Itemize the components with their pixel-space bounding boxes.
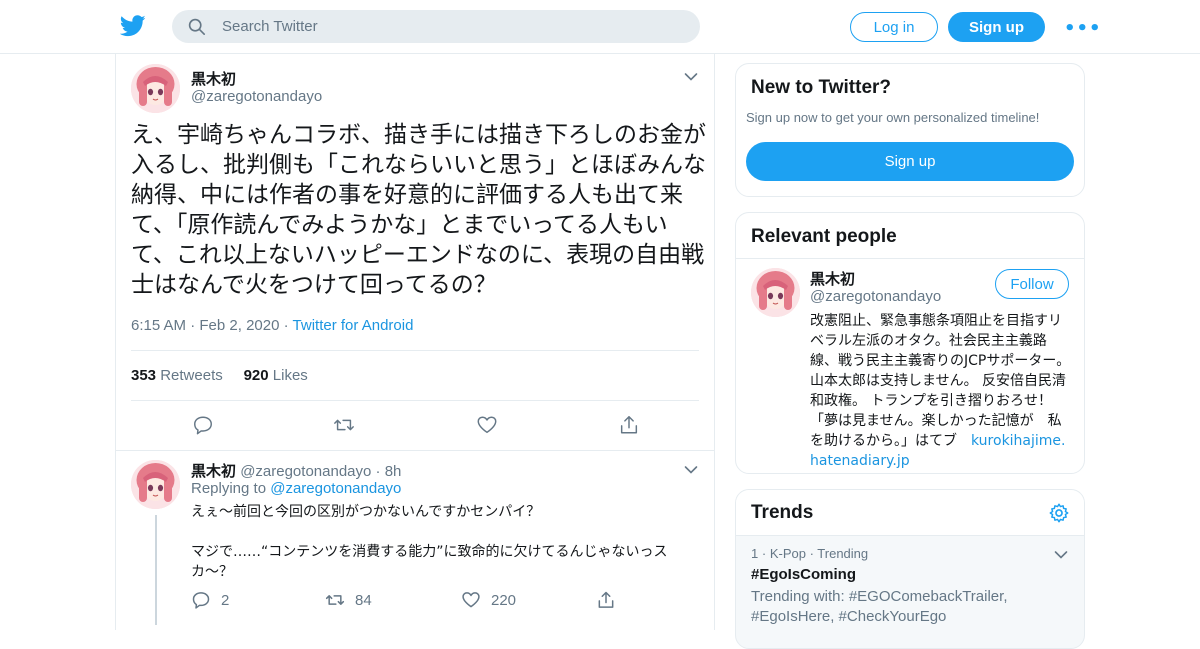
divider [116, 450, 715, 451]
replying-to: Replying to @zaregotonandayo [191, 480, 401, 497]
likes-label: Likes [272, 367, 308, 384]
search-input[interactable] [222, 10, 682, 43]
retweet-icon[interactable] [333, 414, 355, 436]
card-title: Relevant people [751, 226, 897, 247]
tweet-stats: 353 Retweets 920 Likes [131, 367, 308, 384]
replying-to-label: Replying to [191, 480, 267, 497]
like-count: 920 [243, 367, 269, 384]
retweet-count: 353 [131, 367, 157, 384]
tweet-author-name[interactable]: 黒木初 [191, 68, 236, 89]
avatar[interactable] [131, 64, 180, 113]
reply-age[interactable]: 8h [385, 463, 402, 480]
follow-button[interactable]: Follow [995, 269, 1069, 299]
retweet-count: 84 [355, 591, 372, 609]
reply-reply-action[interactable]: 2 [191, 590, 229, 610]
anime-avatar-icon [751, 268, 800, 317]
tweet-time[interactable]: 6:15 AM [131, 317, 186, 334]
trend-name[interactable]: #EgoIsComing [751, 566, 856, 583]
tweet-text: え、宇崎ちゃんコラボ、描き手には描き下ろしのお金が入るし、批判側も「これならいい… [131, 122, 706, 298]
more-options-icon[interactable]: ••• [1064, 18, 1101, 39]
share-icon[interactable] [618, 414, 640, 436]
person-name[interactable]: 黒木初 [810, 268, 855, 289]
reply-text-line: マジで……“コンテンツを消費する能力”に致命的に欠けてるんじゃないっスカ〜？ [191, 544, 668, 580]
trend-status: Trending [817, 546, 869, 561]
person-bio: 改憲阻止、緊急事態条項阻止を目指すリベラル左派のオタク。社会民主主義路線、戦う民… [810, 311, 1072, 471]
sidebar-signup-button[interactable]: Sign up [746, 142, 1074, 181]
like-count: 220 [491, 591, 517, 609]
new-to-twitter-card: New to Twitter? Sign up now to get your … [735, 63, 1085, 197]
relevant-people-card: Relevant people 黒木初 @zaregotonandayo Fol… [735, 212, 1085, 474]
meta-separator: · [283, 317, 293, 334]
reply-count: 2 [221, 591, 230, 609]
top-bar: Log in Sign up ••• [0, 0, 1200, 54]
person-handle[interactable]: @zaregotonandayo [810, 288, 941, 305]
replying-to-link[interactable]: @zaregotonandayo [270, 480, 401, 497]
retweets-label: Retweets [160, 367, 223, 384]
divider [131, 400, 699, 401]
card-title: Trends [751, 502, 814, 523]
reply-share-action[interactable] [596, 590, 616, 610]
card-subtitle: Sign up now to get your own personalized… [746, 110, 1040, 125]
card-title: New to Twitter? [751, 77, 892, 98]
reply-text-line: えぇ〜前回と今回の区別がつかないんですかセンパイ？ [191, 504, 541, 520]
retweet-icon [325, 595, 345, 605]
trend-meta: 1 · K-Pop · Trending [751, 546, 868, 561]
trend-category: K-Pop [769, 546, 806, 561]
tweet-actions [116, 414, 716, 444]
meta-separator: · [761, 546, 770, 561]
gear-icon[interactable] [1048, 502, 1070, 524]
like-count-link[interactable]: 920 Likes [244, 367, 308, 384]
reply-author-name[interactable]: 黒木初 [191, 462, 236, 480]
trend-rank: 1 [751, 546, 759, 561]
divider [131, 350, 699, 351]
chevron-down-icon[interactable] [1054, 550, 1068, 560]
reply-text: えぇ〜前回と今回の区別がつかないんですかセンパイ？ マジで……“コンテンツを消費… [191, 502, 701, 582]
meta-separator: · [375, 463, 385, 480]
anime-avatar-icon [131, 64, 180, 113]
meta-separator: · [190, 317, 200, 334]
share-icon [598, 591, 614, 608]
tweet-author-handle[interactable]: @zaregotonandayo [191, 88, 322, 105]
reply-icon[interactable] [192, 414, 214, 436]
tweet-column: 黒木初 @zaregotonandayo え、宇崎ちゃんコラボ、描き手には描き下… [115, 54, 715, 630]
trend-related: Trending with: #EGOComebackTrailer, #Ego… [751, 588, 1008, 625]
search-icon [188, 18, 206, 36]
chevron-down-icon[interactable] [684, 465, 698, 475]
tweet-source-link[interactable]: Twitter for Android [293, 317, 414, 334]
like-heart-icon[interactable] [476, 414, 498, 436]
person-bio-text: 改憲阻止、緊急事態条項阻止を目指すリベラル左派のオタク。社会民主主義路線、戦う民… [810, 313, 1071, 449]
divider [736, 258, 1084, 259]
thread-line [155, 515, 157, 625]
like-heart-icon [462, 592, 480, 608]
tweet-date[interactable]: Feb 2, 2020 [199, 317, 279, 334]
reply-retweet-action[interactable]: 84 [325, 590, 372, 610]
reply-like-action[interactable]: 220 [461, 590, 516, 610]
chevron-down-icon[interactable] [684, 72, 698, 82]
anime-avatar-icon [131, 460, 180, 509]
twitter-logo-icon[interactable] [120, 14, 146, 38]
reply-header: 黒木初 @zaregotonandayo · 8h [191, 460, 401, 481]
avatar[interactable] [751, 268, 800, 317]
login-button[interactable]: Log in [850, 12, 938, 42]
avatar[interactable] [131, 460, 180, 509]
reply-icon [192, 592, 210, 609]
tweet-timestamp: 6:15 AM · Feb 2, 2020 · Twitter for Andr… [131, 317, 413, 334]
search-bar[interactable] [172, 10, 700, 43]
reply-author-handle[interactable]: @zaregotonandayo [240, 463, 371, 480]
signup-button[interactable]: Sign up [948, 12, 1045, 42]
retweet-count-link[interactable]: 353 Retweets [131, 367, 223, 384]
trends-header: Trends [736, 490, 1084, 536]
trends-card: Trends 1 · K-Pop · Trending #EgoIsComing… [735, 489, 1085, 649]
